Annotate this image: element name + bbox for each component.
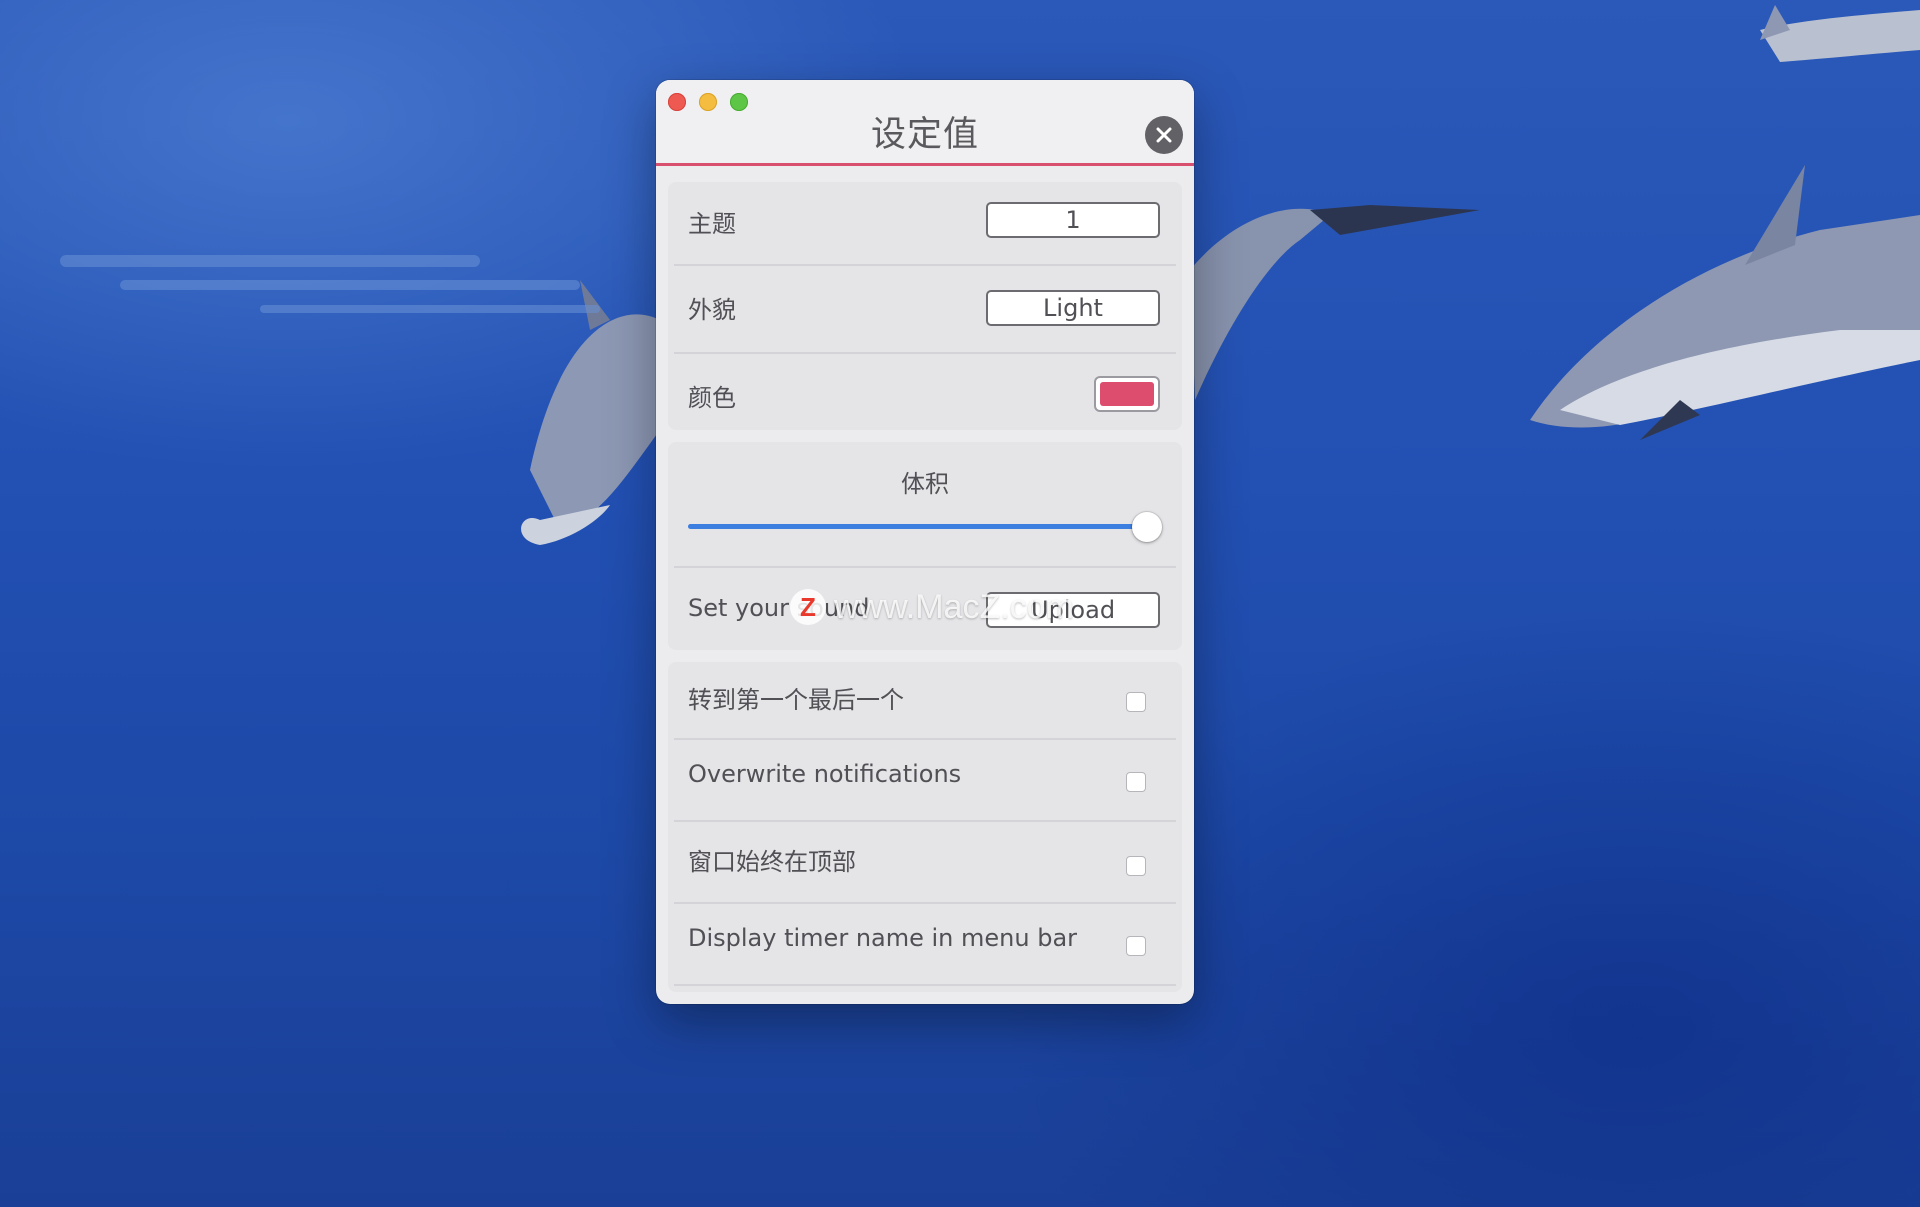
volume-slider-fill <box>688 524 1146 529</box>
dolphin-top-right <box>1760 5 1920 62</box>
option-row: Display timer name in menu bar <box>668 904 1182 984</box>
color-label: 颜色 <box>688 384 736 412</box>
appearance-card: 主题 1 外貌 Light 颜色 <box>668 182 1182 430</box>
window-title: 设定值 <box>870 115 979 155</box>
divider <box>674 984 1176 986</box>
color-well[interactable] <box>1094 376 1160 412</box>
color-swatch <box>1100 382 1154 406</box>
option-row: 转到第一个最后一个 <box>668 662 1182 738</box>
option-label: 窗口始终在顶部 <box>688 848 856 876</box>
watermark-text: www.MacZ.com <box>834 587 1074 626</box>
option-label: Overwrite notifications <box>688 760 962 788</box>
window-always-on-top-checkbox[interactable] <box>1126 856 1146 876</box>
option-label: Display timer name in menu bar <box>688 924 1078 952</box>
dolphin-left <box>521 280 660 545</box>
volume-label: 体积 <box>901 470 949 498</box>
appearance-label: 外貌 <box>688 296 736 324</box>
overwrite-notifications-checkbox[interactable] <box>1126 772 1146 792</box>
watermark-logo-icon: Z <box>790 589 826 625</box>
dolphin-right <box>1530 165 1920 440</box>
volume-slider-thumb[interactable] <box>1132 512 1162 542</box>
options-card: 转到第一个最后一个 Overwrite notifications 窗口始终在顶… <box>668 662 1182 992</box>
dolphin-middle <box>1190 205 1480 400</box>
bubble-trail <box>60 255 600 313</box>
go-to-first-last-checkbox[interactable] <box>1126 692 1146 712</box>
volume-slider[interactable] <box>688 524 1146 529</box>
option-row: 窗口始终在顶部 <box>668 822 1182 902</box>
theme-button[interactable]: 1 <box>986 202 1160 238</box>
option-label: 转到第一个最后一个 <box>688 686 904 714</box>
watermark: Z www.MacZ.com <box>790 582 1074 632</box>
theme-row: 主题 1 <box>668 182 1182 264</box>
close-icon <box>1156 127 1172 143</box>
display-timer-name-checkbox[interactable] <box>1126 936 1146 956</box>
appearance-row: 外貌 Light <box>668 266 1182 352</box>
titlebar: 设定值 <box>656 80 1194 166</box>
settings-window: 设定值 主题 1 外貌 Light 颜色 体积 Set your sound U… <box>656 80 1194 1004</box>
color-row: 颜色 <box>668 354 1182 430</box>
theme-label: 主题 <box>688 210 736 238</box>
close-settings-button[interactable] <box>1145 116 1183 154</box>
appearance-button[interactable]: Light <box>986 290 1160 326</box>
option-row: Overwrite notifications <box>668 740 1182 820</box>
